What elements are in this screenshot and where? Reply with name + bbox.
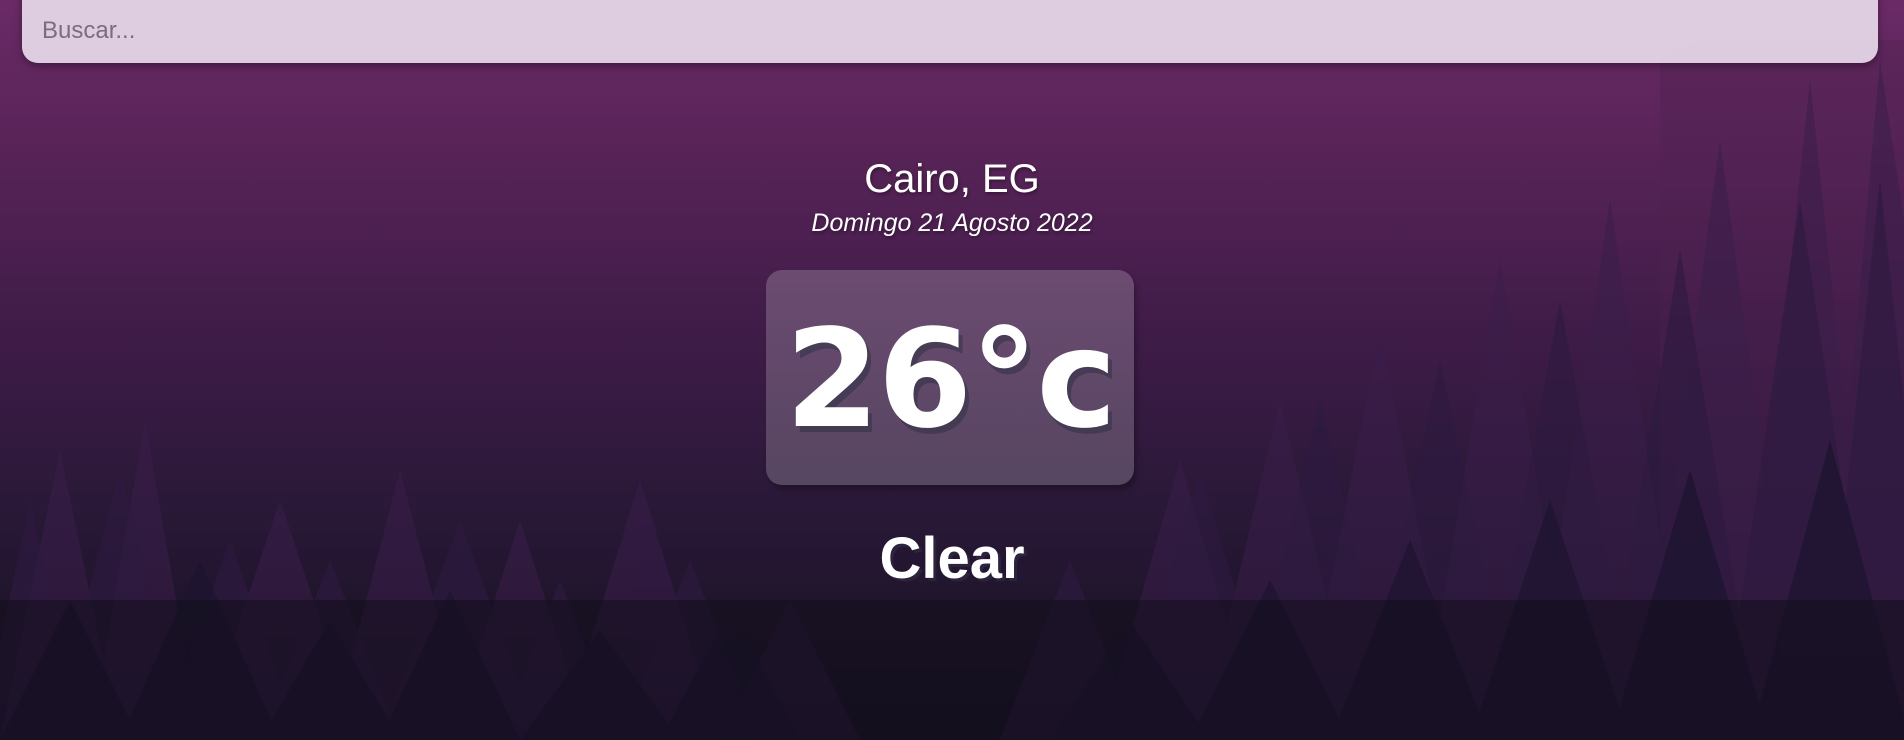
search-bar (22, 0, 1878, 63)
current-date: Domingo 21 Agosto 2022 (811, 209, 1093, 237)
city-name: Cairo, EG (864, 157, 1040, 201)
temperature-value: 26°c (785, 300, 1117, 459)
location-section: Cairo, EG Domingo 21 Agosto 2022 (0, 150, 1904, 238)
search-input[interactable] (40, 0, 1844, 62)
weather-condition: Clear (879, 526, 1025, 591)
temperature-card: 26°c (766, 270, 1134, 485)
